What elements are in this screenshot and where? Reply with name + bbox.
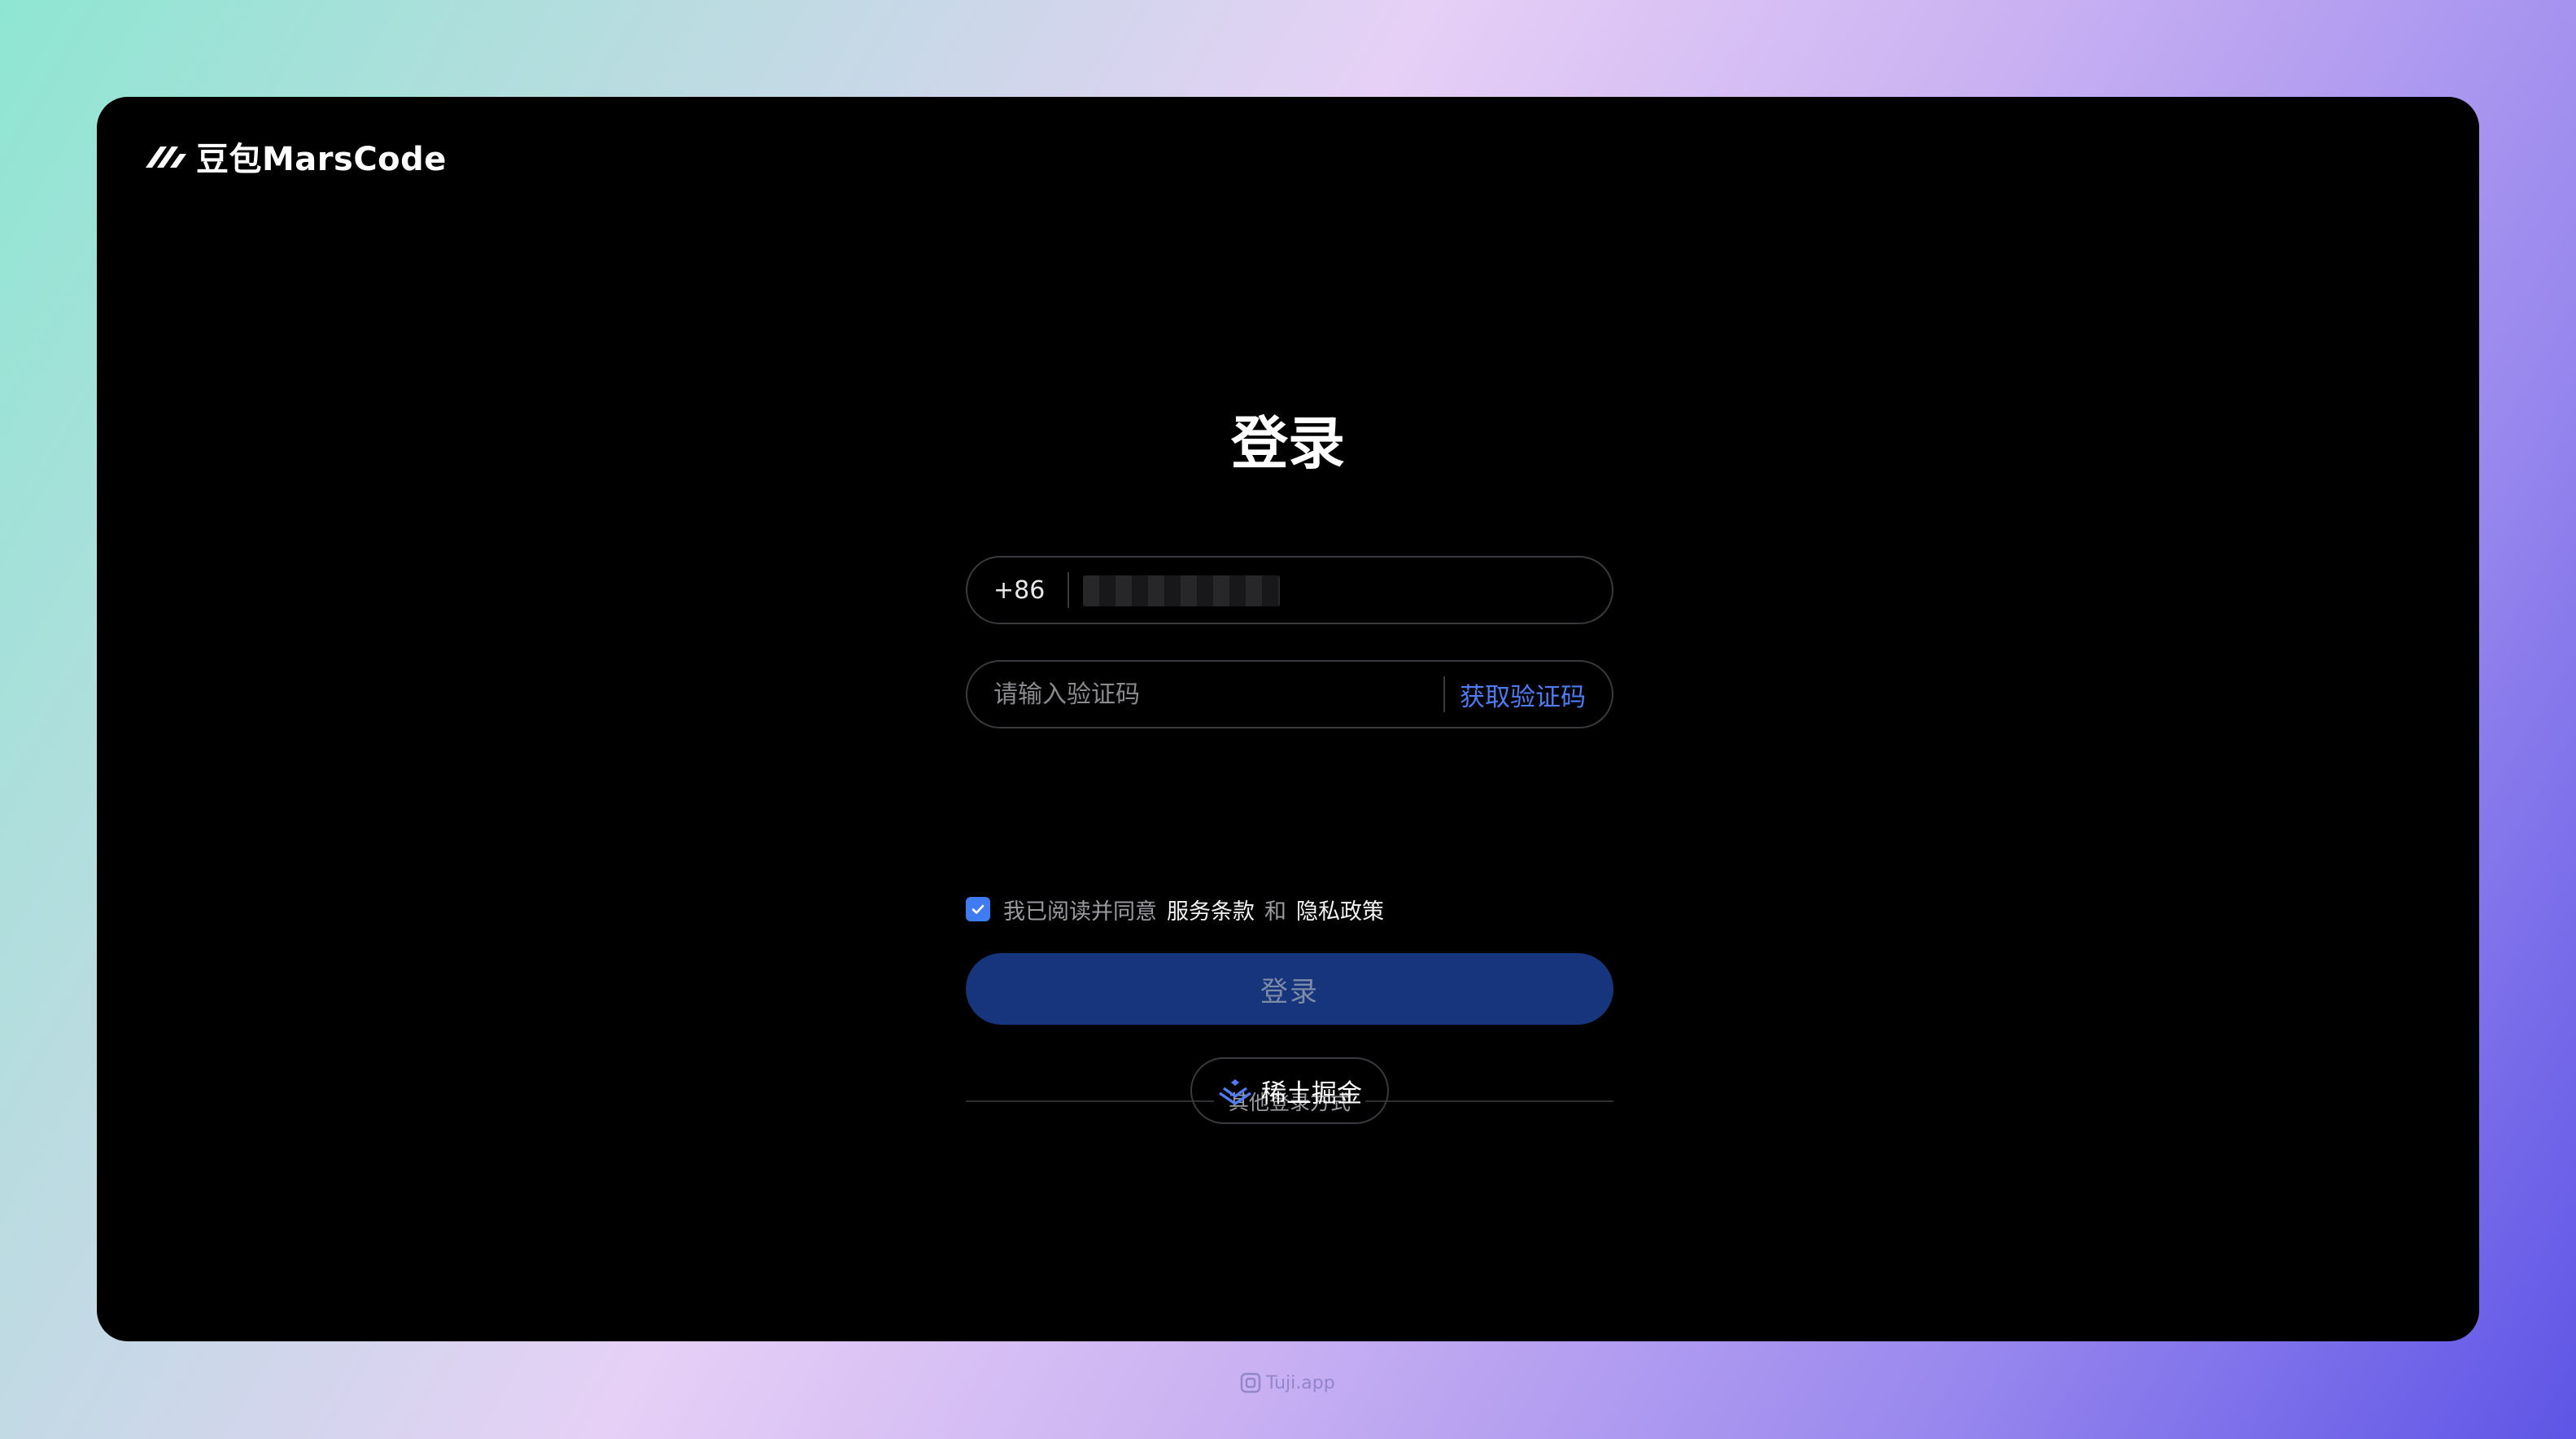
country-code-select[interactable]: +86 <box>967 576 1068 605</box>
phone-field[interactable]: +86 <box>966 556 1613 624</box>
terms-link[interactable]: 服务条款 <box>1167 894 1255 925</box>
page-title: 登录 <box>1231 410 1345 477</box>
get-code-button[interactable]: 获取验证码 <box>1445 676 1612 713</box>
privacy-link[interactable]: 隐私政策 <box>1296 894 1384 925</box>
marscode-logo-icon <box>146 147 186 168</box>
tuji-icon <box>1240 1372 1261 1393</box>
check-icon <box>971 904 985 914</box>
agreement-checkbox[interactable] <box>966 897 990 921</box>
watermark: Tuji.app <box>1240 1372 1335 1393</box>
divider-line-right <box>1365 1100 1614 1102</box>
verification-code-input[interactable] <box>967 661 1443 728</box>
masked-phone-number <box>1083 575 1280 606</box>
juejin-login-button[interactable]: 稀土掘金 <box>1190 1057 1389 1124</box>
brand-name: 豆包MarsCode <box>196 141 447 178</box>
agreement-prefix: 我已阅读并同意 <box>1003 899 1157 925</box>
juejin-label: 稀土掘金 <box>1261 1078 1362 1109</box>
verification-code-field[interactable]: 获取验证码 <box>966 660 1613 728</box>
watermark-text: Tuji.app <box>1266 1372 1335 1393</box>
divider-line-left <box>966 1100 1214 1102</box>
brand[interactable]: 豆包MarsCode <box>142 129 447 183</box>
agreement-row: 我已阅读并同意 服务条款 和 隐私政策 <box>966 893 1394 925</box>
login-button[interactable]: 登录 <box>966 953 1613 1025</box>
juejin-icon <box>1219 1079 1251 1105</box>
agreement-and: 和 <box>1264 899 1286 925</box>
login-window: 豆包MarsCode 登录 +86 获取验证码 我已阅读并同意 服务条款 和 隐… <box>97 97 2479 1341</box>
